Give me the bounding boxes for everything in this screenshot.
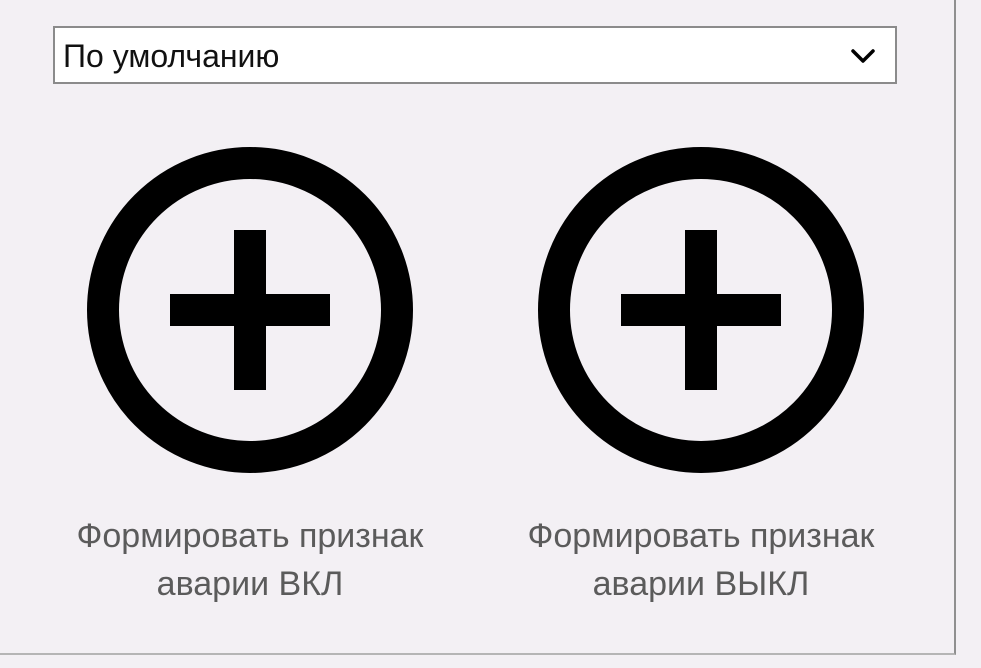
form-alarm-off-label-line1: Формировать признак: [527, 517, 875, 555]
preset-select[interactable]: По умолчанию: [53, 26, 897, 84]
plus-circle-icon[interactable]: [536, 145, 866, 475]
form-alarm-on-label-line1: Формировать признак: [76, 517, 424, 555]
form-alarm-off-button[interactable]: Формировать признак аварии ВЫКЛ: [491, 140, 911, 610]
form-alarm-off-label-line2: аварии ВЫКЛ: [592, 565, 810, 603]
preset-select-value: По умолчанию: [63, 38, 280, 74]
form-alarm-off-label: Формировать признак аварии ВЫКЛ: [491, 512, 911, 608]
plus-circle-icon[interactable]: [85, 145, 415, 475]
settings-panel: По умолчанию Формировать признак аварии …: [0, 0, 956, 655]
form-alarm-on-label: Формировать признак аварии ВКЛ: [40, 512, 460, 608]
chevron-down-icon[interactable]: [849, 44, 877, 68]
form-alarm-on-button[interactable]: Формировать признак аварии ВКЛ: [40, 140, 460, 610]
form-alarm-on-label-line2: аварии ВКЛ: [156, 565, 344, 603]
right-gutter: [956, 0, 981, 668]
